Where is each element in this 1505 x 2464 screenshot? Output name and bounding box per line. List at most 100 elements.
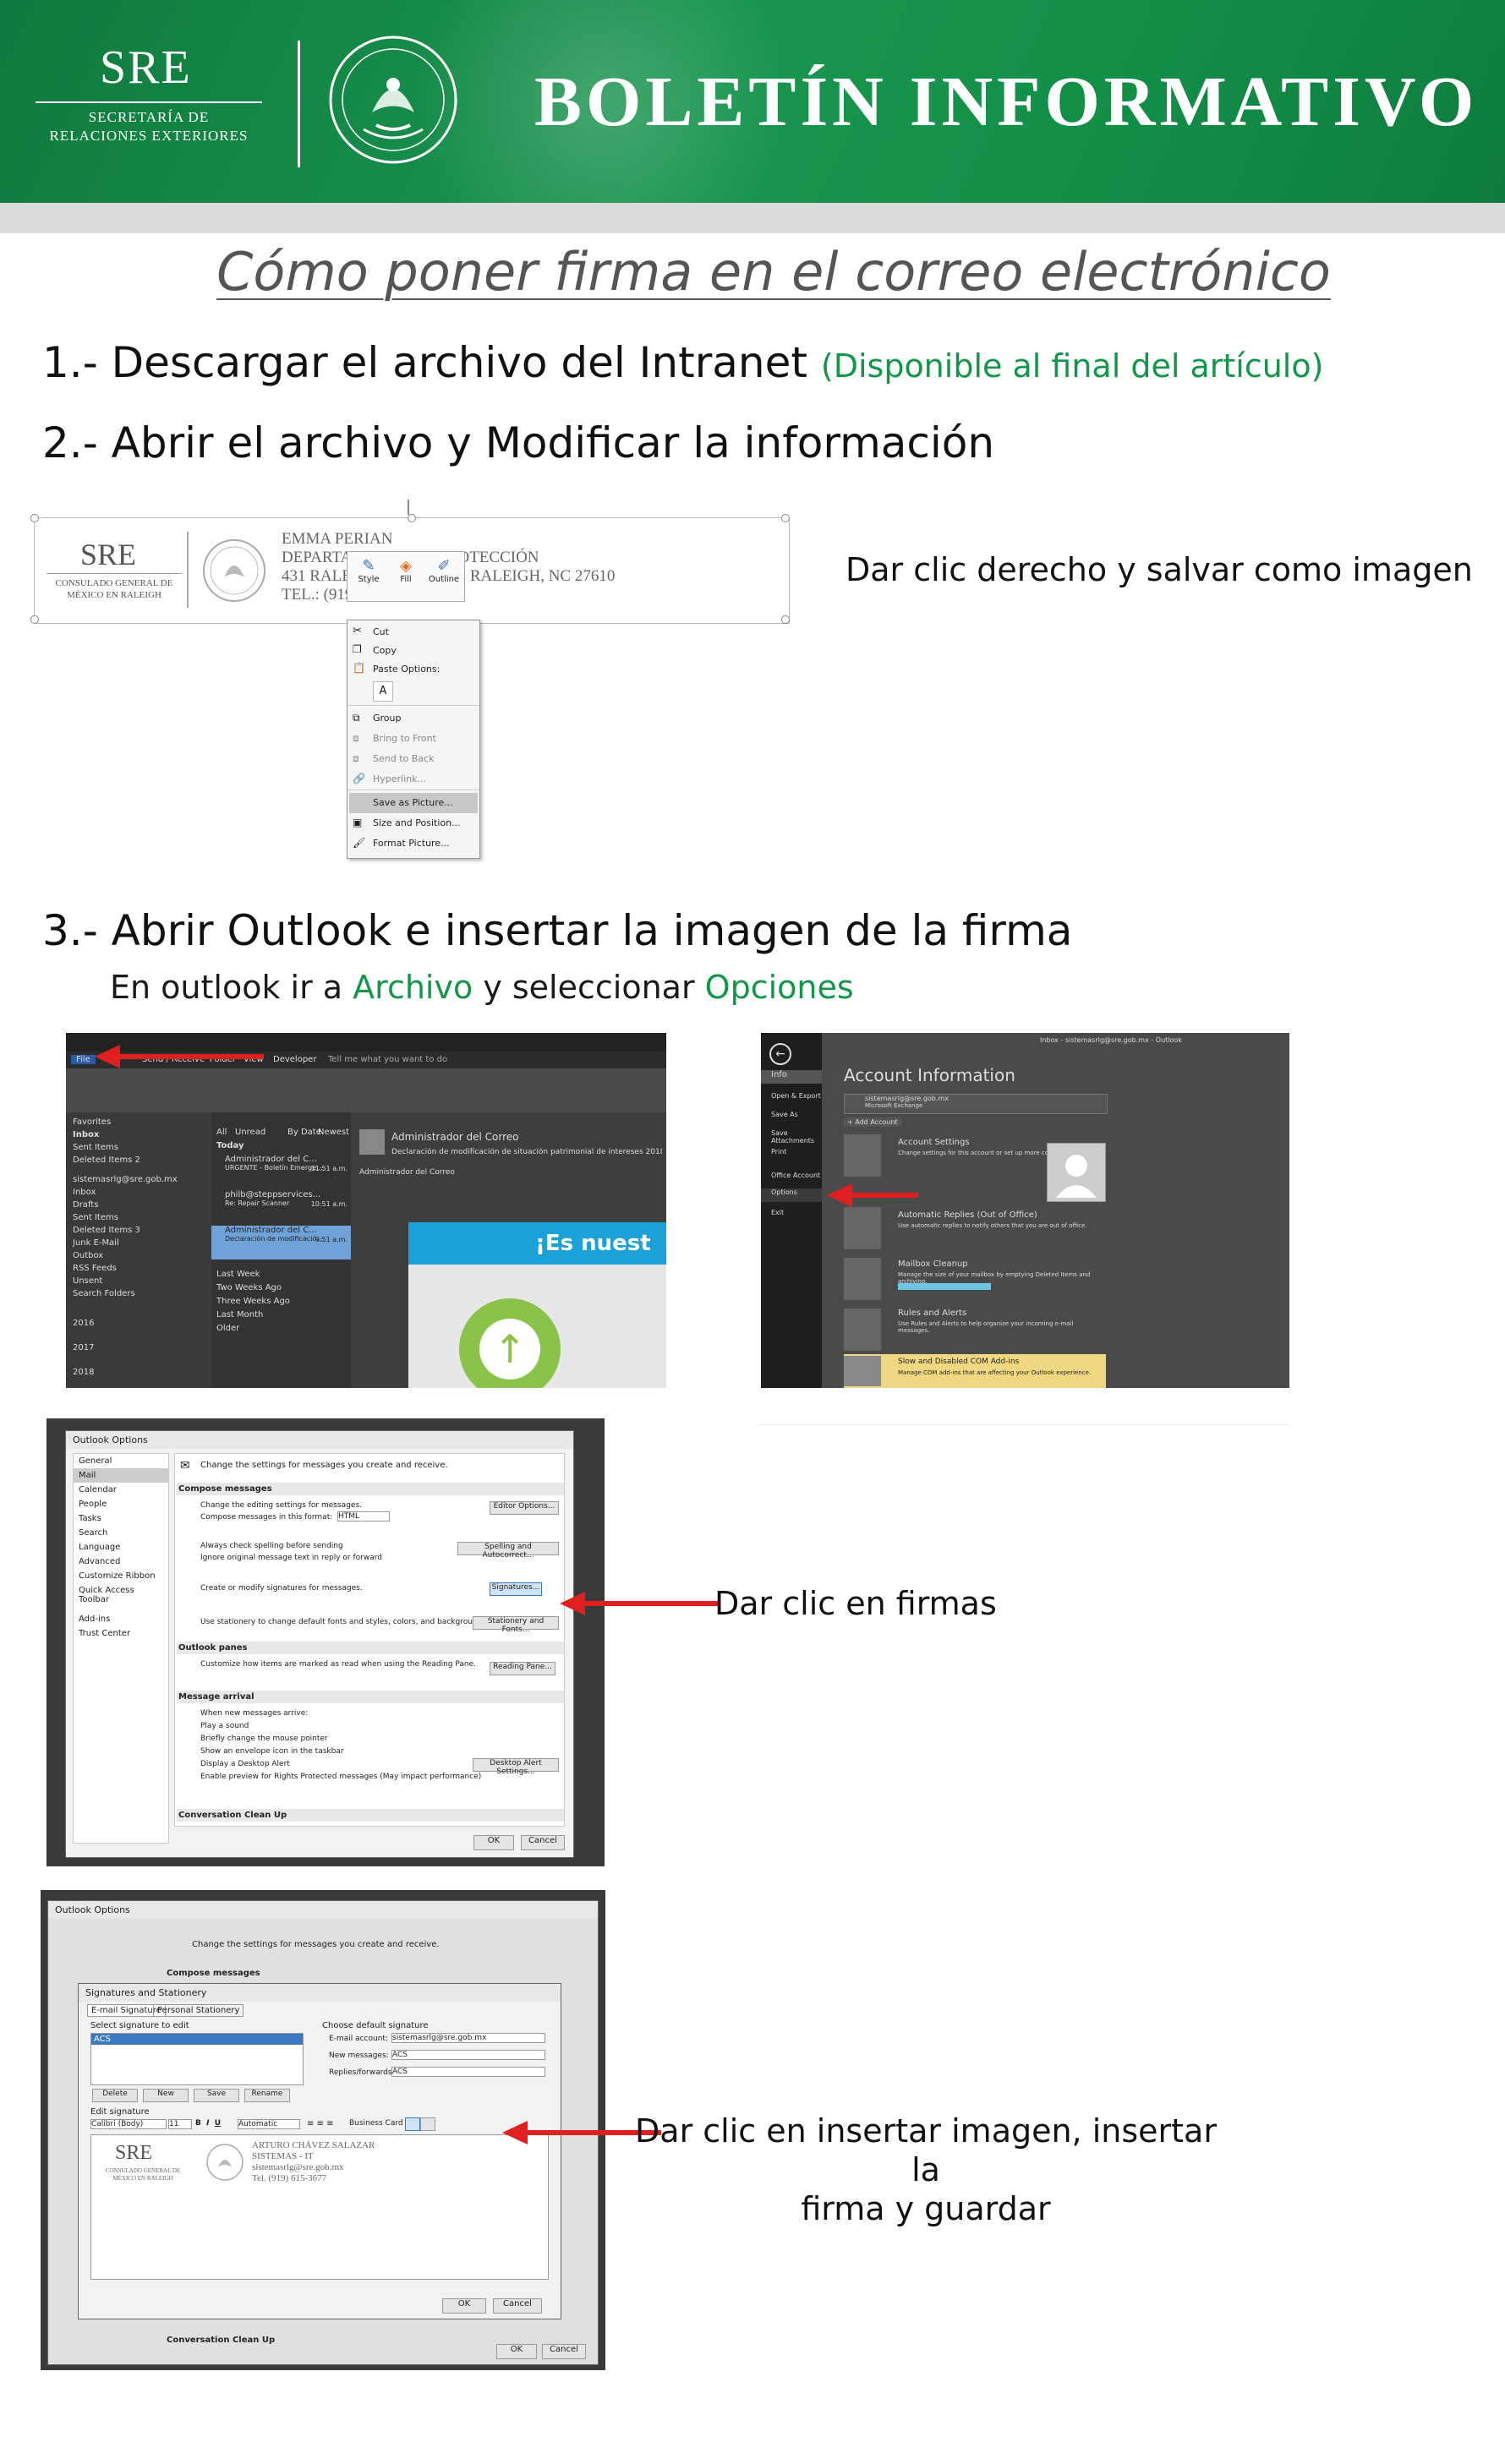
nav-item[interactable]: Tasks bbox=[74, 1511, 168, 1526]
account-settings-icon[interactable] bbox=[844, 1134, 881, 1177]
folder-item[interactable]: 2017 bbox=[73, 1341, 203, 1354]
folder-item[interactable]: Sent Items bbox=[73, 1211, 203, 1224]
fill-button[interactable]: ◈ Fill bbox=[390, 557, 422, 584]
menu-hyperlink[interactable]: Hyperlink... bbox=[348, 769, 479, 789]
email-account-select[interactable]: sistemasrlg@sre.gob.mx bbox=[391, 2033, 545, 2043]
rules-alerts-icon[interactable] bbox=[844, 1308, 881, 1351]
list-item[interactable]: Administrador del C... URGENTE - Boletín… bbox=[211, 1155, 351, 1188]
rename-button[interactable]: Rename bbox=[244, 2089, 290, 2102]
menu-group[interactable]: Group bbox=[348, 708, 479, 729]
ok-button[interactable]: OK bbox=[496, 2344, 537, 2359]
nav-item[interactable]: Trust Center bbox=[74, 1626, 168, 1641]
resize-handle[interactable] bbox=[781, 514, 790, 522]
list-item[interactable]: ACS bbox=[91, 2034, 303, 2045]
bold-icon[interactable]: B I U bbox=[195, 2119, 221, 2128]
filter-unread[interactable]: Unread bbox=[235, 1128, 265, 1137]
nav-item[interactable]: Add-ins bbox=[74, 1612, 168, 1626]
folder-item[interactable]: RSS Feeds bbox=[73, 1262, 203, 1275]
nav-item-mail[interactable]: Mail bbox=[74, 1468, 168, 1483]
nav-open-export[interactable]: Open & Export bbox=[771, 1092, 821, 1100]
folder-item[interactable]: Junk E-Mail bbox=[73, 1237, 203, 1249]
nav-item[interactable]: Customize Ribbon bbox=[74, 1569, 168, 1583]
spell-check-option[interactable]: Always check spelling before sending bbox=[200, 1542, 343, 1550]
arrival-line[interactable]: Show an envelope icon in the taskbar bbox=[200, 1746, 481, 1758]
folder-item[interactable]: 2016 bbox=[73, 1317, 203, 1330]
paste-keep-text-icon[interactable]: A bbox=[373, 681, 393, 702]
cancel-button[interactable]: Cancel bbox=[493, 2298, 542, 2314]
align-icons[interactable]: ≡ ≡ ≡ bbox=[307, 2119, 334, 2128]
folder-item[interactable]: Sent Items bbox=[73, 1141, 203, 1154]
signature-list[interactable]: ACS bbox=[90, 2033, 304, 2085]
cancel-button[interactable]: Cancel bbox=[521, 1835, 565, 1850]
nav-office-account[interactable]: Office Account bbox=[771, 1172, 820, 1179]
menu-paste-options[interactable]: Paste Options: bbox=[348, 659, 479, 680]
save-button[interactable]: Save bbox=[194, 2089, 239, 2102]
com-addins-section[interactable]: Slow and Disabled COM Add-ins Manage COM… bbox=[844, 1354, 1106, 1388]
nav-item[interactable]: Search bbox=[74, 1526, 168, 1540]
sort-order[interactable]: Newest bbox=[318, 1128, 349, 1137]
nav-exit[interactable]: Exit bbox=[771, 1209, 784, 1216]
stationery-button[interactable]: Stationery and Fonts... bbox=[473, 1616, 559, 1634]
resize-handle[interactable] bbox=[30, 514, 39, 522]
folder-item[interactable]: Drafts bbox=[73, 1199, 203, 1211]
menu-size-position[interactable]: Size and Position... bbox=[348, 813, 479, 833]
font-select[interactable]: Calibri (Body) bbox=[90, 2119, 167, 2129]
folder-item[interactable]: Deleted Items 3 bbox=[73, 1224, 203, 1237]
folder-item[interactable]: Search Folders bbox=[73, 1287, 203, 1300]
cancel-button[interactable]: Cancel bbox=[542, 2344, 586, 2359]
tell-me-box[interactable]: Tell me what you want to do bbox=[328, 1055, 447, 1064]
editor-options-button[interactable]: Editor Options... bbox=[490, 1501, 559, 1515]
delete-button[interactable]: Delete bbox=[92, 2089, 138, 2102]
format-select[interactable]: HTML bbox=[337, 1511, 390, 1522]
new-button[interactable]: New bbox=[143, 2089, 189, 2102]
resize-handle[interactable] bbox=[408, 514, 416, 522]
arrival-line[interactable]: Display a Desktop Alert bbox=[200, 1758, 481, 1771]
new-messages-select[interactable]: ACS bbox=[391, 2050, 545, 2060]
nav-item[interactable]: Quick Access Toolbar bbox=[74, 1583, 168, 1607]
nav-item[interactable]: General bbox=[74, 1454, 168, 1468]
spelling-button[interactable]: Spelling and Autocorrect... bbox=[457, 1542, 559, 1560]
tab-file[interactable]: File bbox=[71, 1055, 96, 1064]
nav-save-attachments[interactable]: Save Attachments bbox=[771, 1129, 822, 1145]
menu-format-picture[interactable]: Format Picture... bbox=[348, 833, 479, 854]
arrival-line[interactable]: Briefly change the mouse pointer bbox=[200, 1733, 481, 1746]
folder-item[interactable]: Unsent bbox=[73, 1275, 203, 1287]
tab-personal-stationery[interactable]: Personal Stationery bbox=[153, 2004, 244, 2017]
insert-picture-icon[interactable] bbox=[405, 2117, 420, 2131]
add-account-button[interactable]: + Add Account bbox=[844, 1117, 901, 1127]
arrival-line[interactable]: Enable preview for Rights Protected mess… bbox=[200, 1771, 481, 1784]
menu-copy[interactable]: Copy bbox=[348, 641, 479, 661]
ok-button[interactable]: OK bbox=[442, 2298, 486, 2314]
filter-all[interactable]: All bbox=[216, 1128, 227, 1137]
style-button[interactable]: ✎ Style bbox=[353, 557, 385, 584]
outline-button[interactable]: ✐ Outline bbox=[427, 557, 461, 584]
signature-editor[interactable]: SRE CONSULADO GENERAL DE MÉXICO EN RALEI… bbox=[90, 2134, 549, 2280]
nav-item[interactable]: Advanced bbox=[74, 1554, 168, 1569]
desktop-alert-button[interactable]: Desktop Alert Settings... bbox=[473, 1758, 559, 1776]
folder-item[interactable]: Inbox bbox=[73, 1128, 203, 1141]
hyperlink-icon[interactable] bbox=[420, 2117, 435, 2131]
nav-item[interactable]: Calendar bbox=[74, 1483, 168, 1497]
replies-select[interactable]: ACS bbox=[391, 2067, 545, 2077]
sort-by[interactable]: By Date bbox=[287, 1128, 321, 1137]
ok-button[interactable]: OK bbox=[473, 1835, 514, 1850]
folder-item[interactable]: 2018 bbox=[73, 1366, 203, 1379]
nav-info[interactable]: Info bbox=[761, 1070, 822, 1084]
arrival-line[interactable]: Play a sound bbox=[200, 1720, 481, 1733]
folder-item[interactable]: Favorites bbox=[73, 1116, 203, 1128]
account-select[interactable]: sistemasrlg@sre.gob.mx Microsoft Exchang… bbox=[844, 1094, 1108, 1114]
signatures-button[interactable]: Signatures... bbox=[490, 1582, 542, 1596]
nav-item[interactable]: Language bbox=[74, 1540, 168, 1554]
auto-replies-icon[interactable] bbox=[844, 1207, 881, 1249]
business-card-button[interactable]: Business Card bbox=[349, 2119, 403, 2128]
nav-options[interactable]: Options bbox=[761, 1188, 822, 1202]
menu-bring-to-front[interactable]: Bring to Front bbox=[348, 729, 479, 749]
folder-item[interactable]: sistemasrlg@sre.gob.mx bbox=[73, 1173, 203, 1186]
folder-item[interactable]: Deleted Items 2 bbox=[73, 1154, 203, 1166]
folder-item[interactable]: Inbox bbox=[73, 1186, 203, 1199]
cleanup-tools-icon[interactable] bbox=[844, 1258, 881, 1300]
menu-cut[interactable]: Cut bbox=[348, 622, 479, 642]
tab-developer[interactable]: Developer bbox=[273, 1055, 316, 1064]
reading-pane-button[interactable]: Reading Pane... bbox=[490, 1662, 555, 1675]
list-item[interactable]: philb@steppservices... Re: Repair Scanne… bbox=[211, 1190, 351, 1224]
